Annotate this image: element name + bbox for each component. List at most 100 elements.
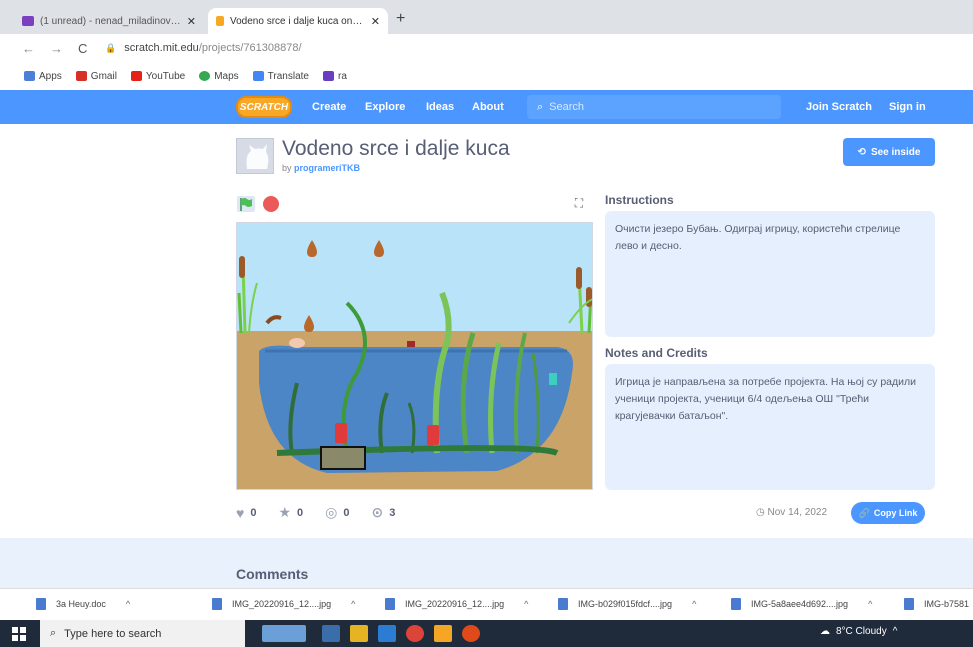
- download-name: IMG-5a8aee4d692....jpg: [751, 599, 849, 609]
- scratch-navbar: SCRATCH Create Explore Ideas About ⌕ Sea…: [0, 90, 973, 124]
- apps-grid-icon: [24, 71, 35, 81]
- project-stats: ♥ 0 ★ 0 ◎ 0 ⊙ 3: [236, 504, 395, 521]
- nav-explore[interactable]: Explore: [365, 101, 405, 113]
- lock-icon: 🔒: [105, 43, 117, 53]
- date-label: Nov 14, 2022: [767, 507, 828, 518]
- fullscreen-icon[interactable]: ⛶: [569, 196, 589, 214]
- chevron-up-icon[interactable]: ^: [126, 599, 130, 609]
- chevron-up-icon[interactable]: ^: [893, 626, 898, 637]
- instructions-heading: Instructions: [605, 193, 674, 207]
- see-inside-label: See inside: [870, 146, 921, 158]
- tab-gmail[interactable]: (1 unread) - nenad_miladinovic@ ✕: [14, 8, 204, 34]
- bookmark-gmail[interactable]: Gmail: [75, 71, 117, 82]
- link-icon: 🔗: [858, 507, 870, 518]
- gmail-icon: [75, 71, 87, 81]
- author-link[interactable]: programeriTKB: [294, 163, 360, 173]
- favorite-button[interactable]: ★ 0: [278, 504, 303, 521]
- author-avatar[interactable]: [236, 138, 274, 174]
- word-icon[interactable]: [378, 625, 396, 642]
- download-name: IMG-b029f015fdcf....jpg: [578, 599, 673, 609]
- download-item[interactable]: IMG_20220916_12....jpg ^: [385, 598, 528, 610]
- chevron-up-icon[interactable]: ^: [868, 599, 872, 609]
- tab-title: Vodeno srce i dalje kuca on Scrat: [230, 15, 365, 27]
- forward-icon[interactable]: →: [50, 41, 63, 56]
- close-tab-icon[interactable]: ✕: [371, 15, 380, 28]
- download-item[interactable]: 3a Heuy.doc ^: [36, 598, 130, 610]
- tab-scratch[interactable]: Vodeno srce i dalje kuca on Scrat ✕: [208, 8, 388, 34]
- remix-stat: ◎ 0: [325, 504, 349, 521]
- youtube-icon: [130, 71, 142, 81]
- clock-icon: ◷: [756, 507, 768, 518]
- file-explorer-icon[interactable]: [350, 625, 368, 642]
- download-name: IMG_20220916_12....jpg: [232, 599, 332, 609]
- bookmark-label: Apps: [39, 70, 62, 82]
- sign-in-link[interactable]: Sign in: [889, 101, 926, 113]
- love-button[interactable]: ♥ 0: [236, 504, 256, 521]
- scratch-logo[interactable]: SCRATCH: [236, 96, 292, 118]
- bookmark-ra[interactable]: ra: [323, 71, 347, 82]
- reload-icon[interactable]: C: [78, 41, 87, 56]
- download-item[interactable]: IMG-b029f015fdcf....jpg ^: [558, 598, 696, 610]
- url-path: /projects/761308878/: [198, 42, 302, 54]
- image-file-icon: [385, 598, 395, 610]
- close-tab-icon[interactable]: ✕: [187, 15, 196, 28]
- taskbar-search[interactable]: ⌕ Type here to search: [40, 620, 245, 647]
- bookmark-maps[interactable]: Maps: [199, 70, 239, 82]
- bookmarks-bar: Apps Gmail YouTube Maps Translate ra: [0, 62, 973, 90]
- download-name: IMG-b7581: [924, 599, 970, 609]
- image-file-icon: [212, 598, 222, 610]
- search-input[interactable]: ⌕ Search: [527, 95, 781, 119]
- remix-arrows-icon: ⟲: [857, 146, 866, 158]
- mail-icon: [323, 71, 334, 81]
- stop-icon[interactable]: [263, 196, 279, 212]
- project-stage[interactable]: [236, 222, 593, 490]
- favorite-count: 0: [297, 506, 304, 519]
- app-icon[interactable]: [434, 625, 452, 642]
- bookmark-label: ra: [338, 70, 347, 82]
- new-tab-button[interactable]: +: [396, 10, 405, 28]
- green-flag-icon[interactable]: [237, 196, 255, 212]
- taskbar-widget-icon[interactable]: [262, 625, 306, 642]
- weather-label[interactable]: 8°C Cloudy: [836, 626, 887, 637]
- download-item[interactable]: IMG-5a8aee4d692....jpg ^: [731, 598, 872, 610]
- word-file-icon: [36, 598, 46, 610]
- copy-link-button[interactable]: 🔗 Copy Link: [851, 502, 925, 524]
- search-icon: ⌕: [50, 627, 57, 639]
- download-name: 3a Heuy.doc: [56, 599, 106, 609]
- notes-heading: Notes and Credits: [605, 346, 708, 360]
- chrome-icon[interactable]: [406, 625, 424, 642]
- bookmark-label: Translate: [267, 70, 309, 82]
- url-field[interactable]: 🔒 scratch.mit.edu/projects/761308878/: [105, 42, 302, 54]
- see-inside-button[interactable]: ⟲ See inside: [843, 138, 935, 166]
- back-icon[interactable]: ←: [22, 41, 35, 56]
- notes-box: Игрица је направљена за потребе пројекта…: [605, 364, 935, 490]
- nav-create[interactable]: Create: [312, 101, 346, 113]
- task-view-icon[interactable]: [322, 625, 340, 642]
- project-date: ◷ Nov 14, 2022: [756, 507, 827, 518]
- nav-about[interactable]: About: [472, 101, 504, 113]
- browser-tabbar: (1 unread) - nenad_miladinovic@ ✕ Vodeno…: [0, 0, 973, 34]
- stage-scene: [237, 223, 592, 489]
- chevron-up-icon[interactable]: ^: [351, 599, 355, 609]
- love-count: 0: [250, 506, 257, 519]
- maps-pin-icon: [199, 71, 211, 81]
- byline-prefix: by: [282, 163, 295, 173]
- bookmark-apps[interactable]: Apps: [24, 71, 62, 82]
- view-count: 3: [389, 506, 396, 519]
- bookmark-label: Maps: [214, 70, 239, 82]
- remix-icon: ◎: [325, 504, 338, 520]
- chevron-up-icon[interactable]: ^: [692, 599, 696, 609]
- taskbar-search-placeholder: Type here to search: [64, 627, 162, 640]
- chevron-up-icon[interactable]: ^: [524, 599, 528, 609]
- translate-icon: [252, 71, 264, 81]
- app-icon[interactable]: [462, 625, 480, 642]
- download-item[interactable]: IMG_20220916_12....jpg ^: [212, 598, 355, 610]
- bookmark-translate[interactable]: Translate: [252, 70, 309, 82]
- join-scratch-link[interactable]: Join Scratch: [806, 101, 872, 113]
- nav-ideas[interactable]: Ideas: [426, 101, 454, 113]
- bookmark-youtube[interactable]: YouTube: [130, 71, 185, 82]
- image-file-icon: [558, 598, 568, 610]
- scratch-favicon-icon: [216, 16, 224, 26]
- download-item[interactable]: IMG-b7581: [904, 598, 969, 610]
- windows-start-icon[interactable]: [12, 627, 26, 641]
